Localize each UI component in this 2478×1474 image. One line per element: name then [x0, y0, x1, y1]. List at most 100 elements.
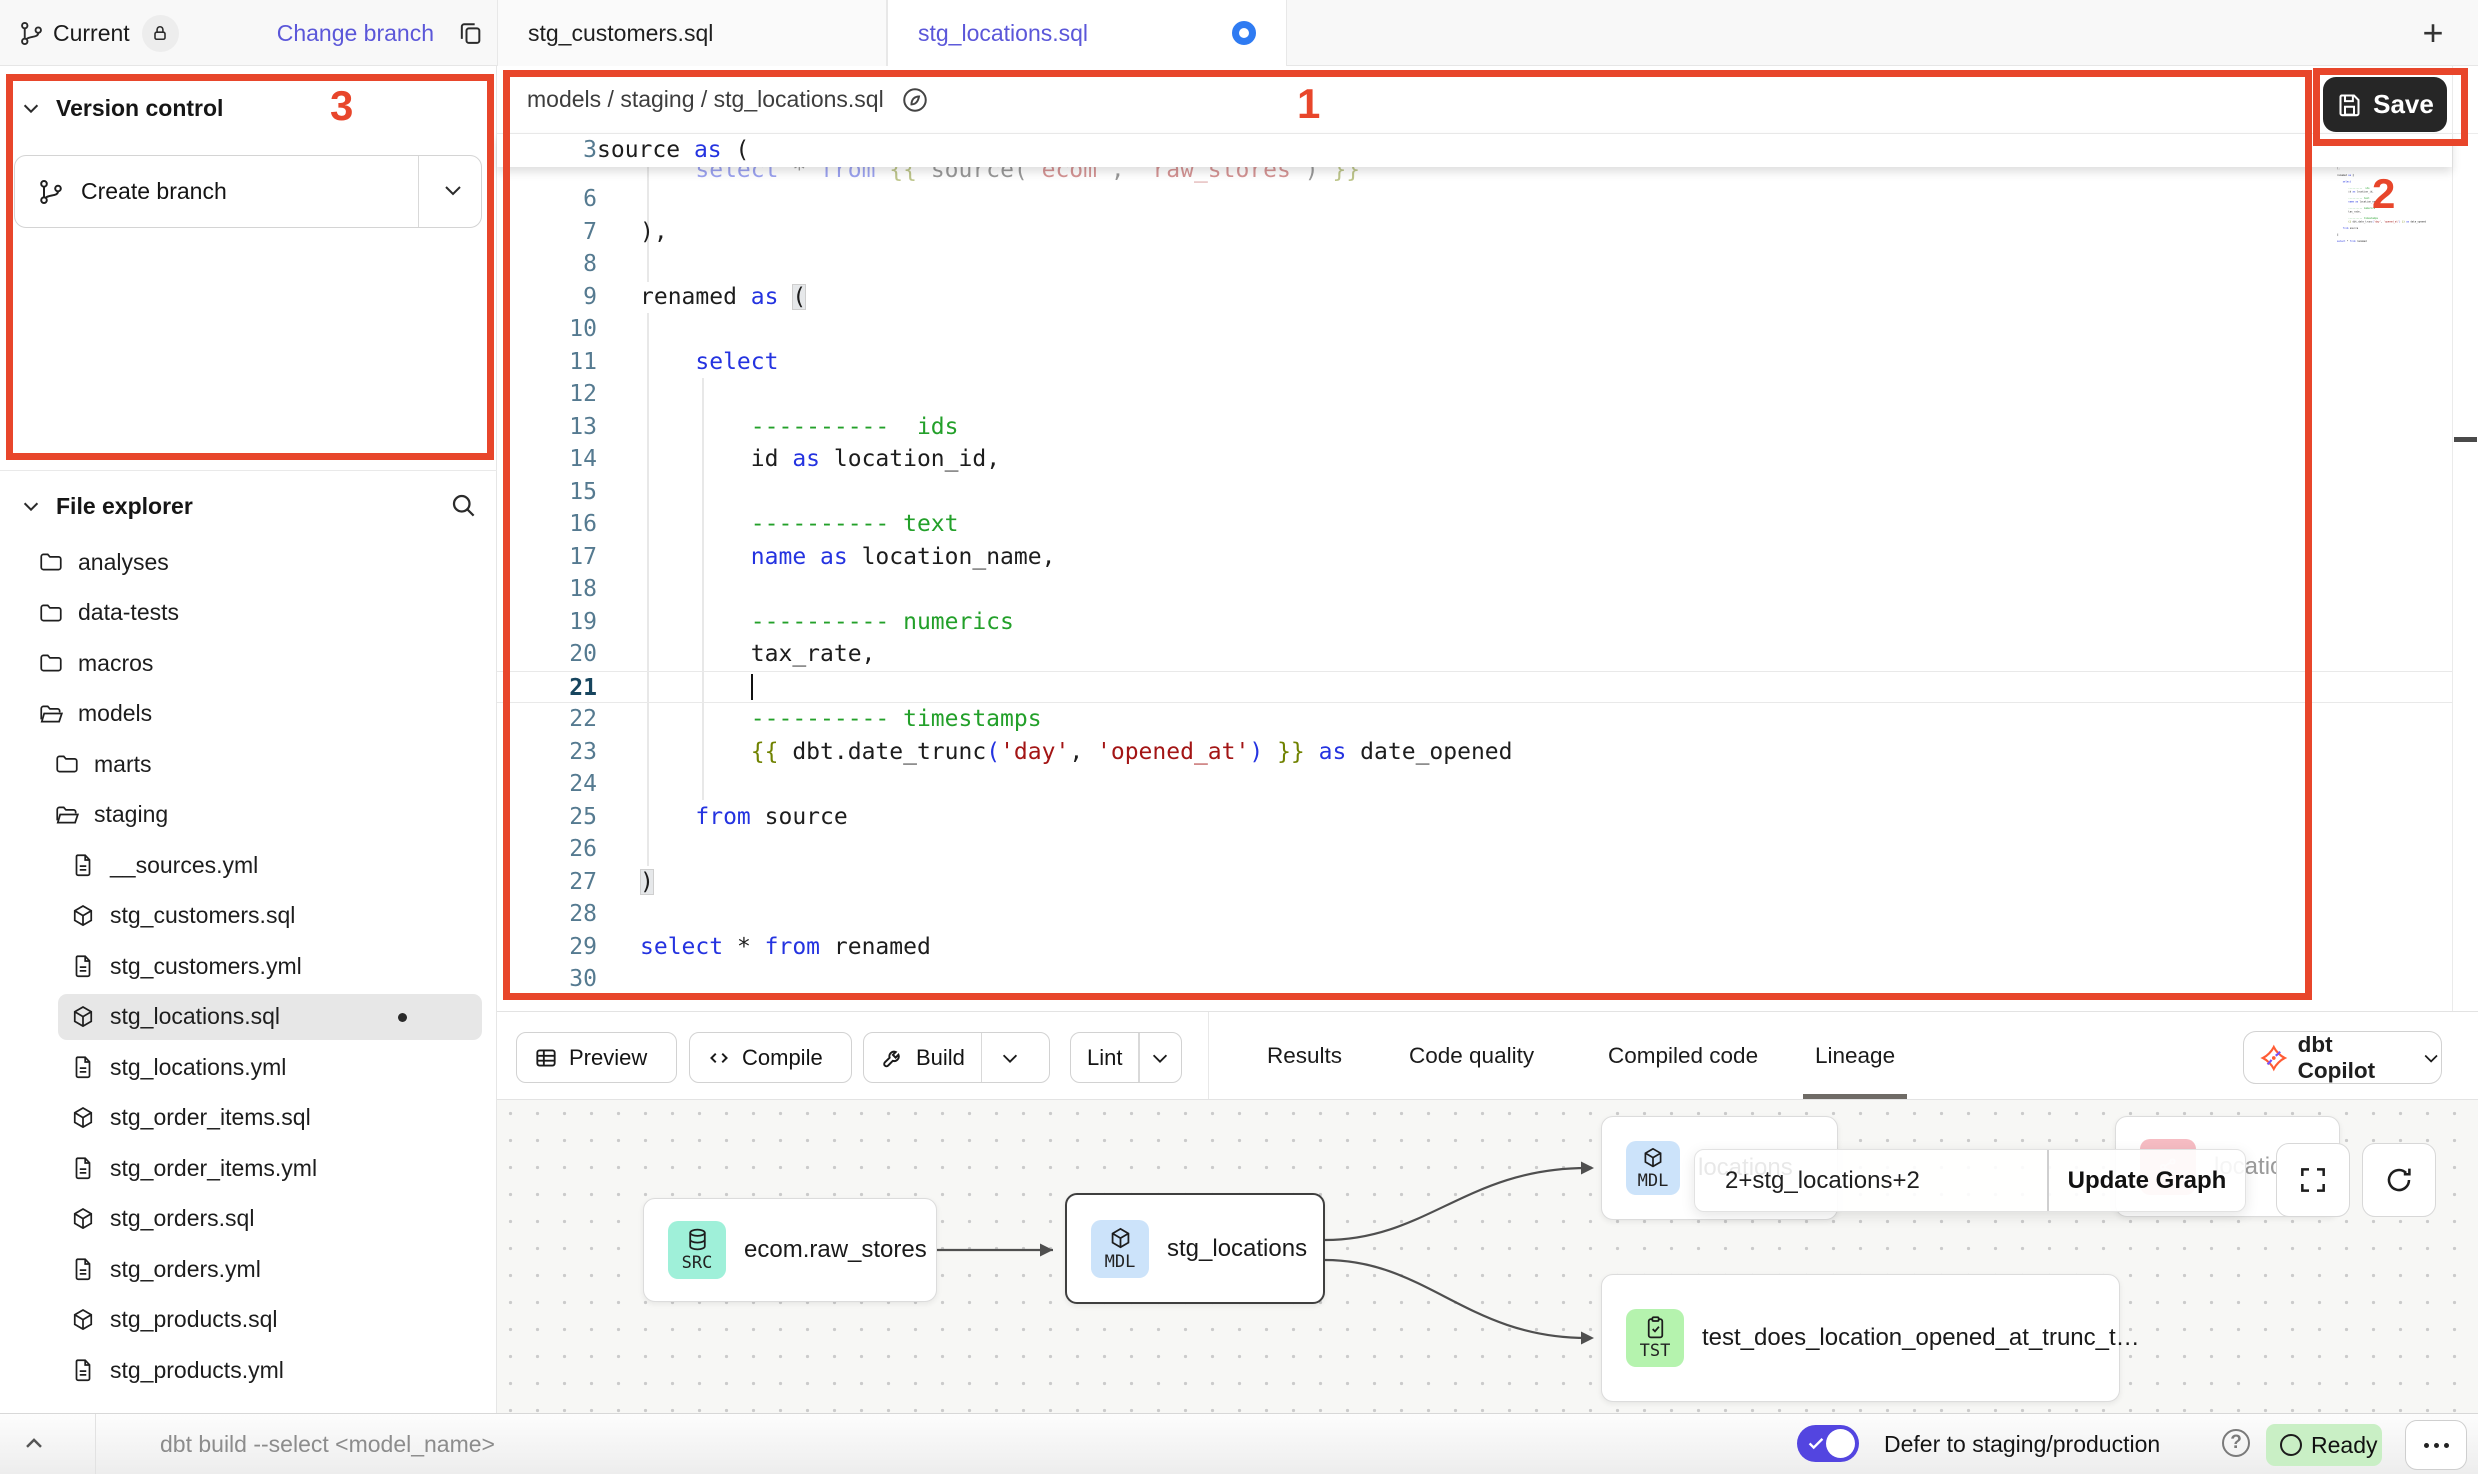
fullscreen-button[interactable] [2276, 1143, 2350, 1217]
build-dropdown[interactable] [982, 1033, 1038, 1082]
more-options-button[interactable] [2405, 1420, 2467, 1470]
breadcrumb[interactable]: models / staging / stg_locations.sql [527, 86, 884, 113]
preview-button[interactable]: Preview [516, 1032, 677, 1083]
file-name: stg_orders.sql [110, 1205, 254, 1232]
dbt-copilot-button[interactable]: dbt Copilot [2243, 1031, 2442, 1084]
tab-code-quality[interactable]: Code quality [1409, 1012, 1534, 1099]
code-icon [706, 1045, 732, 1071]
defer-label: Defer to staging/production [1884, 1431, 2160, 1458]
folder-icon [38, 549, 64, 575]
file-name: stg_order_items.yml [110, 1155, 317, 1182]
model-icon [70, 1004, 96, 1030]
file-tree-item-staging[interactable]: staging [0, 790, 497, 841]
code-line-28: 28 [497, 898, 2452, 931]
refresh-button[interactable] [2362, 1143, 2436, 1217]
create-branch-button[interactable]: Create branch [14, 155, 482, 228]
file-tree-item-stg-products-sql[interactable]: stg_products.sql [0, 1295, 497, 1346]
file-tree-item-stg-orders-yml[interactable]: stg_orders.yml [0, 1244, 497, 1295]
lineage-node-source[interactable]: SRC ecom.raw_stores [643, 1198, 937, 1302]
file-tree-item-macros[interactable]: macros [0, 638, 497, 689]
unsaved-changes-dot [1232, 21, 1256, 45]
tab-compiled-code[interactable]: Compiled code [1608, 1012, 1758, 1099]
file-tree-item-stg-products-yml[interactable]: stg_products.yml [0, 1345, 497, 1396]
file-tree-item-marts[interactable]: marts [0, 739, 497, 790]
dbt-cloud-ide: Current Change branch stg_customers.sql … [0, 0, 2478, 1474]
file-icon [70, 953, 96, 979]
cube-icon [1108, 1226, 1133, 1251]
editor-minimap[interactable]: with source as ( select * from {{ source… [2337, 147, 2449, 382]
lineage-canvas[interactable]: SRC ecom.raw_stores MDL stg_locations MD… [497, 1100, 2478, 1413]
file-explorer-title: File explorer [56, 493, 193, 520]
clipboard-check-icon [1643, 1315, 1668, 1340]
compile-button[interactable]: Compile [689, 1032, 852, 1083]
check-icon [1805, 1432, 1827, 1454]
tab-lineage[interactable]: Lineage [1815, 1012, 1895, 1099]
update-graph-button[interactable]: Update Graph [2047, 1167, 2247, 1195]
new-tab-button[interactable]: + [2414, 14, 2452, 52]
file-tree-item-stg-order-items-yml[interactable]: stg_order_items.yml [0, 1143, 497, 1194]
build-button[interactable]: Build [863, 1032, 1050, 1083]
file-tree-item-stg-customers-sql[interactable]: stg_customers.sql [0, 891, 497, 942]
chevron-down-icon [1149, 1047, 1171, 1069]
command-input[interactable]: dbt build --select <model_name> [160, 1431, 495, 1458]
search-icon[interactable] [448, 490, 478, 520]
chevron-down-icon [2421, 1047, 2441, 1069]
tab-stg-locations-sql[interactable]: stg_locations.sql [887, 0, 1287, 66]
defer-toggle[interactable] [1797, 1425, 1859, 1462]
lineage-node-stg-locations[interactable]: MDL stg_locations [1065, 1193, 1325, 1304]
code-line-18: 18 [497, 573, 2452, 606]
file-explorer-header[interactable]: File explorer [0, 476, 497, 536]
file-name: stg_customers.yml [110, 953, 302, 980]
help-icon[interactable]: ? [2222, 1429, 2250, 1457]
cube-icon [1641, 1146, 1665, 1170]
scrollbar-handle[interactable] [2454, 437, 2477, 442]
tab-results[interactable]: Results [1267, 1012, 1342, 1099]
file-tree-item-stg-orders-sql[interactable]: stg_orders.sql [0, 1194, 497, 1245]
lint-dropdown[interactable] [1140, 1033, 1181, 1082]
code-line-26: 26 [497, 833, 2452, 866]
lineage-selector-input[interactable]: 2+stg_locations+2 [1725, 1167, 1920, 1195]
file-tree-item-stg-customers-yml[interactable]: stg_customers.yml [0, 941, 497, 992]
status-badge[interactable]: Ready [2266, 1424, 2382, 1466]
file-tree-item-models[interactable]: models [0, 689, 497, 740]
tab-stg-customers-sql[interactable]: stg_customers.sql [497, 0, 887, 66]
editor-breadcrumb-row: models / staging / stg_locations.sql [497, 66, 2478, 134]
copy-icon[interactable] [456, 19, 484, 47]
file-tree-item-stg-locations-sql[interactable]: stg_locations.sql [0, 992, 497, 1043]
code-editor[interactable]: models / staging / stg_locations.sql 67)… [497, 66, 2478, 1011]
file-name: macros [78, 650, 153, 677]
create-branch-dropdown[interactable] [441, 178, 465, 202]
file-name: analyses [78, 549, 169, 576]
file-tree-item-analyses[interactable]: analyses [0, 537, 497, 588]
model-icon [70, 1206, 96, 1232]
code-line-29: 29select * from renamed [497, 931, 2452, 964]
test-node-icon: TST [1626, 1309, 1684, 1367]
folder-open-icon [54, 802, 80, 828]
chevron-down-icon [999, 1047, 1021, 1069]
code-line-25: 25 from source [497, 801, 2452, 834]
lint-button[interactable]: Lint [1070, 1032, 1182, 1083]
file-tree-item--sources-yml[interactable]: __sources.yml [0, 840, 497, 891]
source-node-icon: SRC [668, 1221, 726, 1279]
file-tree-item-data-tests[interactable]: data-tests [0, 588, 497, 639]
file-tree-item-stg-locations-yml[interactable]: stg_locations.yml [0, 1042, 497, 1093]
lineage-node-test[interactable]: TST test_does_location_opened_at_trunc_t… [1601, 1274, 2120, 1402]
change-branch-link[interactable]: Change branch [277, 20, 434, 47]
current-branch-label: Current [53, 20, 130, 47]
copilot-edit-icon[interactable] [900, 85, 930, 115]
file-name: staging [94, 801, 168, 828]
file-icon [70, 852, 96, 878]
file-tree-item-stg-order-items-sql[interactable]: stg_order_items.sql [0, 1093, 497, 1144]
lineage-selector-overlay: 2+stg_locations+2 Update Graph [1694, 1149, 2246, 1212]
model-node-icon: MDL [1091, 1220, 1149, 1278]
dbt-logo-icon [2260, 1043, 2288, 1073]
file-tree: analyses data-tests macros modelsmarts stagi… [0, 537, 497, 1396]
collapse-panel-chevron[interactable] [20, 1430, 48, 1458]
save-button[interactable]: Save [2323, 77, 2447, 132]
table-icon [533, 1045, 559, 1071]
model-node-icon: MDL [1626, 1141, 1680, 1195]
chevron-down-icon [20, 495, 42, 517]
version-control-header[interactable]: Version control [0, 78, 496, 138]
code-line-19: 19 ---------- numerics [497, 606, 2452, 639]
wrench-icon [880, 1045, 906, 1071]
